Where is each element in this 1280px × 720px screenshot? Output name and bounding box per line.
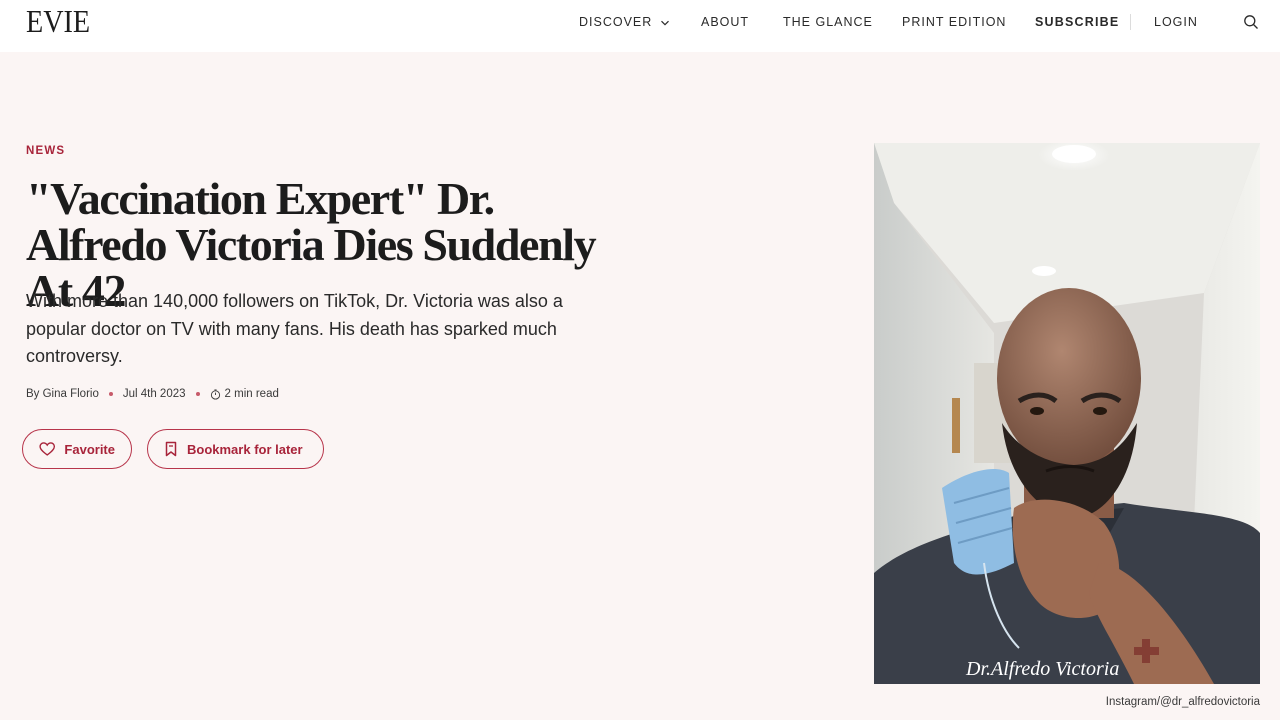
article-dek: With more than 140,000 followers on TikT… (26, 291, 563, 366)
meta-separator (195, 392, 200, 396)
nav-print-edition[interactable]: PRINT EDITION (902, 15, 1006, 29)
nav-discover-label: DISCOVER (579, 15, 653, 29)
nav-about[interactable]: ABOUT (701, 15, 749, 29)
search-icon[interactable] (1243, 14, 1259, 30)
byline[interactable]: By Gina Florio (26, 388, 99, 400)
chevron-down-icon (661, 20, 670, 26)
bookmark-button[interactable]: Bookmark for later (147, 429, 324, 469)
article-photo[interactable]: Dr.Alfredo Victoria (874, 143, 1260, 684)
clock-icon (210, 388, 220, 400)
nav-divider (1130, 14, 1131, 30)
site-logo[interactable]: EVIE (26, 4, 90, 38)
bookmark-label: Bookmark for later (187, 441, 303, 457)
heart-icon (39, 442, 56, 456)
portrait-illustration: Dr.Alfredo Victoria (874, 143, 1260, 684)
favorite-label: Favorite (64, 441, 115, 457)
nav-subscribe[interactable]: SUBSCRIBE (1035, 15, 1119, 29)
article-meta: By Gina Florio Jul 4th 2023 2 min read (26, 388, 279, 400)
nav-login[interactable]: LOGIN (1154, 15, 1198, 29)
meta-separator (108, 392, 113, 396)
site-header: EVIE DISCOVER ABOUT THE GLANCE PRINT EDI… (0, 0, 1280, 52)
bookmark-icon (165, 441, 177, 457)
read-time: 2 min read (224, 388, 279, 400)
favorite-button[interactable]: Favorite (22, 429, 132, 469)
nav-discover[interactable]: DISCOVER (579, 15, 670, 29)
photo-caption: Instagram/@dr_alfredovictoria (1105, 696, 1260, 708)
category-label[interactable]: NEWS (26, 145, 65, 157)
shirt-signature: Dr.Alfredo Victoria (965, 658, 1119, 680)
publish-date: Jul 4th 2023 (122, 388, 186, 400)
nav-the-glance[interactable]: THE GLANCE (783, 15, 873, 29)
